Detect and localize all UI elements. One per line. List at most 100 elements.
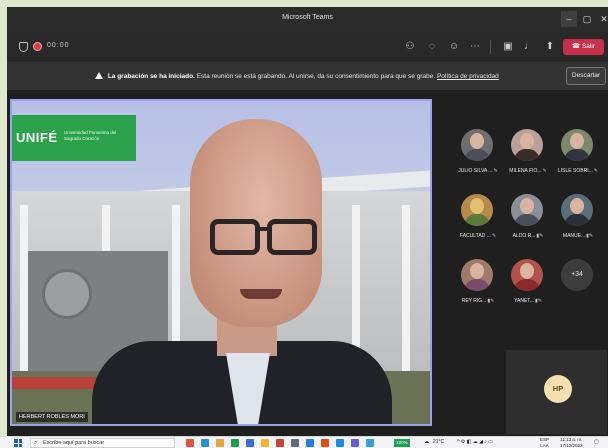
system-clock[interactable]: 11:13 a. m. 17/12/2022: [560, 437, 583, 448]
privacy-policy-link[interactable]: Política de privacidad: [437, 73, 499, 80]
mic-off-icon: ▮✎: [586, 233, 594, 239]
chat-icon[interactable]: ◌: [425, 40, 439, 54]
participant-tile[interactable]: REY RIG...▮✎: [455, 259, 501, 315]
logo-subtext: Universidad Femenina del Sagrado Corazón: [64, 130, 117, 141]
taskbar-app-icon[interactable]: [366, 439, 374, 447]
weather-temperature[interactable]: 21°C: [433, 439, 444, 445]
participant-tile[interactable]: MANUE...▮✎: [555, 194, 601, 250]
weather-icon: ☁: [424, 439, 429, 445]
recording-banner: La grabación se ha iniciado. Esta reunió…: [7, 62, 608, 90]
self-avatar: HP: [544, 375, 572, 403]
participant-avatar: [561, 129, 593, 161]
phone-icon: ☎: [572, 43, 582, 50]
university-seal: [42, 269, 92, 319]
toolbar-divider: [490, 40, 491, 54]
participant-name: FACULTAD ...: [459, 233, 491, 239]
search-placeholder: Escribe aquí para buscar: [43, 440, 105, 446]
building-pillar: [402, 205, 410, 375]
university-logo: UNIFÉ Universidad Femenina del Sagrado C…: [12, 115, 136, 161]
meeting-timer: 00:00: [47, 42, 70, 49]
participant-name: MANUE...: [562, 233, 586, 239]
participant-avatar: [461, 129, 493, 161]
participant-avatar: [511, 129, 543, 161]
building-pillar: [20, 205, 28, 375]
participant-tile[interactable]: YANET...▮✎: [505, 259, 551, 315]
mic-off-icon: ✎: [493, 168, 498, 174]
glasses-left: [210, 219, 260, 255]
mic-off-icon: ▮✎: [487, 298, 495, 304]
meeting-toolbar: 00:00 ⚇ ◌ ☺ ⋯ ▣ ♩ ⬆ ☎ Salir: [7, 32, 608, 62]
taskbar-app-icon[interactable]: [336, 439, 344, 447]
participant-name: MILENA FIO...: [509, 168, 542, 174]
participant-avatar: [511, 194, 543, 226]
window-title: Microsoft Teams: [282, 14, 333, 21]
teams-taskbar-icon[interactable]: [351, 439, 359, 447]
participant-avatar: [511, 259, 543, 291]
leave-button[interactable]: ☎ Salir: [563, 39, 604, 55]
taskbar-app-icon[interactable]: [216, 439, 224, 447]
participant-gallery: JULIO SILVA ...✎ MILENA FIO...✎ LISLE SO…: [447, 129, 607, 309]
taskbar-app-icon[interactable]: [201, 439, 209, 447]
banner-message: Esta reunión se está grabando. Al unirse…: [196, 73, 436, 80]
mic-off-icon: ▮✎: [534, 298, 542, 304]
participant-tile[interactable]: JULIO SILVA ...✎: [455, 129, 501, 185]
clock-time: 11:13 a. m.: [560, 437, 583, 442]
camera-icon[interactable]: ▣: [501, 40, 515, 54]
participant-tile[interactable]: ALDO R...▮✎: [505, 194, 551, 250]
participant-tile[interactable]: LISLE SOBRI...✎: [555, 129, 601, 185]
minimize-button[interactable]: –: [561, 11, 577, 27]
glasses-bridge: [258, 227, 270, 231]
shield-icon: [19, 42, 28, 52]
warning-icon: [95, 72, 103, 79]
participant-name: REY RIG...: [461, 298, 487, 304]
tray-icons[interactable]: ^ ⚙ ◧ ☁ ◢ ♪ ▭: [457, 439, 493, 445]
recording-indicator-icon: [33, 42, 42, 51]
taskbar-app-icon[interactable]: [246, 439, 254, 447]
speaker-mouth: [240, 289, 282, 299]
taskbar-app-icon[interactable]: [261, 439, 269, 447]
taskbar-app-icon[interactable]: [231, 439, 239, 447]
more-participants-tile[interactable]: +34: [555, 259, 601, 315]
participant-tile[interactable]: MILENA FIO...✎: [505, 129, 551, 185]
mic-icon[interactable]: ♩: [522, 40, 536, 54]
title-bar: Microsoft Teams – ▢ ✕: [7, 7, 608, 32]
participant-tile[interactable]: FACULTAD ...✎: [455, 194, 501, 250]
taskbar-app-icon[interactable]: [276, 439, 284, 447]
banner-title: La grabación se ha iniciado.: [107, 73, 195, 80]
participant-name: LISLE SOBRI...: [558, 168, 593, 174]
main-speaker-video[interactable]: UNIFÉ Universidad Femenina del Sagrado C…: [10, 99, 432, 426]
speaker-name-tag: HERBERT ROBLES MORI: [16, 412, 88, 422]
share-icon[interactable]: ⬆: [543, 40, 557, 54]
taskbar-search-input[interactable]: ⌕ Escribe aquí para buscar: [30, 438, 175, 448]
taskbar-app-icon[interactable]: [321, 439, 329, 447]
windows-taskbar: ⌕ Escribe aquí para buscar 100% ☁ 21°C ^…: [0, 436, 608, 448]
search-icon: ⌕: [34, 440, 38, 446]
participant-name: ALDO R...: [512, 233, 536, 239]
self-view[interactable]: HP: [506, 350, 607, 434]
glasses-right: [267, 219, 317, 255]
notifications-icon[interactable]: ▢: [594, 439, 599, 445]
participant-avatar: [461, 194, 493, 226]
taskbar-app-icon[interactable]: [291, 439, 299, 447]
taskbar-app-icon[interactable]: [186, 439, 194, 447]
people-icon[interactable]: ⚇: [403, 40, 417, 54]
maximize-button[interactable]: ▢: [579, 11, 595, 27]
more-icon[interactable]: ⋯: [468, 40, 482, 54]
mic-off-icon: ✎: [542, 168, 547, 174]
taskbar-app-icon[interactable]: [306, 439, 314, 447]
more-participants-count: +34: [561, 259, 593, 291]
windows-start-icon[interactable]: [14, 439, 22, 447]
dismiss-button[interactable]: Descartar: [566, 67, 606, 85]
clock-date: 17/12/2022: [560, 442, 583, 448]
participant-avatar: [461, 259, 493, 291]
mic-off-icon: ✎: [593, 168, 598, 174]
participant-name: JULIO SILVA ...: [458, 168, 493, 174]
participant-avatar: [561, 194, 593, 226]
react-icon[interactable]: ☺: [447, 40, 461, 54]
mic-off-icon: ▮✎: [536, 233, 544, 239]
battery-badge: 100%: [394, 439, 410, 447]
close-button[interactable]: ✕: [596, 11, 608, 27]
language-indicator[interactable]: ESP LAA: [540, 437, 549, 448]
leave-label: Salir: [581, 43, 595, 50]
teams-window: Microsoft Teams – ▢ ✕ 00:00 ⚇ ◌ ☺ ⋯ ▣ ♩ …: [7, 7, 608, 436]
